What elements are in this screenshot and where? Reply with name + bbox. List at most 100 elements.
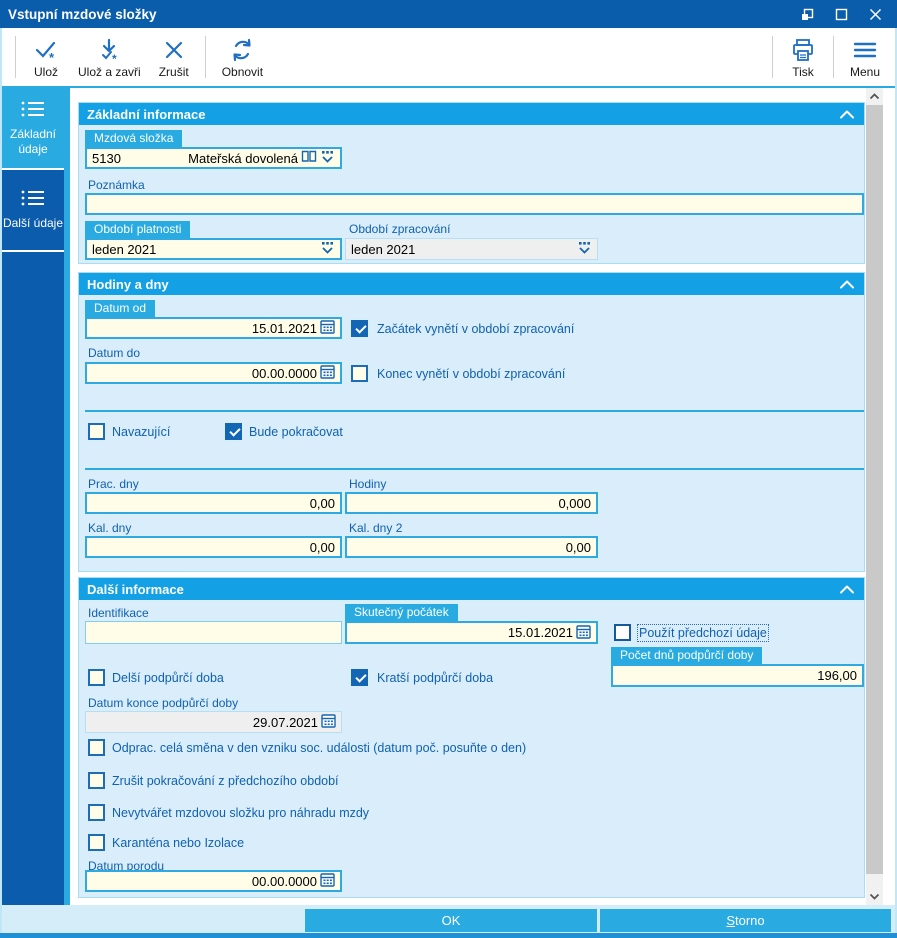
ok-label: OK xyxy=(441,913,461,928)
date-from-value: 15.01.2021 xyxy=(251,320,317,336)
work-days-value: 0,00 xyxy=(309,495,335,511)
form-content: Základní informace Mzdová složka 5130 Ma… xyxy=(70,88,866,905)
section-header: Hodiny a dny xyxy=(79,273,864,295)
cancel-continuation-checkbox[interactable] xyxy=(88,772,105,789)
validity-period-label: Období platnosti xyxy=(85,221,191,238)
cal-days-2-field[interactable]: 0,00 xyxy=(345,536,598,558)
storno-button[interactable]: Storno xyxy=(600,909,891,932)
full-shift-checkbox[interactable] xyxy=(88,739,105,756)
cancel-x-icon xyxy=(161,36,187,64)
sidebar-item-label: Další údaje xyxy=(2,216,64,230)
dropdown-combo-icon[interactable] xyxy=(320,150,335,167)
print-label: Tisk xyxy=(792,64,814,79)
print-button[interactable]: Tisk xyxy=(780,34,826,81)
save-close-button[interactable]: * Ulož a zavři xyxy=(69,34,150,81)
calendar-icon[interactable] xyxy=(321,713,336,731)
note-field[interactable] xyxy=(85,193,864,215)
actual-start-value: 15.01.2021 xyxy=(507,625,573,640)
support-end-label: Datum konce podpůrčí doby xyxy=(88,696,239,710)
hours-field[interactable]: 0,000 xyxy=(345,492,598,514)
cal-days-label: Kal. dny xyxy=(88,521,132,535)
work-days-label: Prac. dny xyxy=(88,477,139,491)
cal-days-2-value: 0,00 xyxy=(565,539,591,555)
ok-button[interactable]: OK xyxy=(305,909,597,932)
date-to-value: 00.00.0000 xyxy=(251,365,317,381)
continuing-checkbox[interactable] xyxy=(88,423,105,440)
start-exempt-checkbox[interactable] xyxy=(351,320,368,337)
calendar-icon[interactable] xyxy=(576,624,591,642)
shorter-support-label: Kratší podpůrčí doba xyxy=(377,671,494,685)
refresh-button[interactable]: Obnovit xyxy=(213,34,272,81)
cal-days-field[interactable]: 0,00 xyxy=(85,536,342,558)
will-continue-label: Bude pokračovat xyxy=(249,425,343,439)
divider xyxy=(85,468,864,470)
end-exempt-checkbox[interactable] xyxy=(351,365,368,382)
identification-label: Identifikace xyxy=(88,606,149,620)
list-icon xyxy=(20,100,46,122)
validity-period-field[interactable]: leden 2021 xyxy=(85,238,342,260)
book-icon[interactable] xyxy=(301,150,317,166)
wage-component-field[interactable]: 5130 Mateřská dovolená xyxy=(85,147,342,169)
dropdown-combo-icon[interactable] xyxy=(577,241,592,258)
collapse-section-icon[interactable] xyxy=(838,109,856,120)
collapse-section-icon[interactable] xyxy=(838,584,856,595)
support-end-value: 29.07.2021 xyxy=(252,714,318,730)
actual-start-field[interactable]: 15.01.2021 xyxy=(345,621,598,644)
svg-text:*: * xyxy=(49,50,55,64)
date-to-field[interactable]: 00.00.0000 xyxy=(85,362,342,384)
hours-value: 0,000 xyxy=(558,495,591,511)
sidebar-item-dalsi-udaje[interactable]: Další údaje xyxy=(2,170,64,252)
printer-icon xyxy=(789,36,817,64)
section-zakladni-informace: Základní informace Mzdová složka 5130 Ma… xyxy=(78,102,865,264)
calendar-icon[interactable] xyxy=(320,364,335,382)
identification-field[interactable] xyxy=(85,621,342,644)
use-previous-checkbox[interactable] xyxy=(614,624,631,641)
menu-button[interactable]: Menu xyxy=(841,34,889,81)
cancel-continuation-label: Zrušit pokračování z předchozího období xyxy=(112,774,339,788)
scroll-up-icon[interactable] xyxy=(866,88,883,105)
svg-text:*: * xyxy=(112,52,117,64)
window-title: Vstupní mzdové složky xyxy=(8,6,157,22)
section-title: Hodiny a dny xyxy=(87,276,169,292)
support-end-field[interactable]: 29.07.2021 xyxy=(85,711,342,733)
date-from-field[interactable]: 15.01.2021 xyxy=(85,317,342,339)
no-wage-component-label: Nevytvářet mzdovou složku pro náhradu mz… xyxy=(112,806,370,820)
sidebar-item-label: Základní údaje xyxy=(9,126,57,156)
close-icon[interactable] xyxy=(867,6,883,22)
longer-support-label: Delší podpůrčí doba xyxy=(112,671,224,685)
calendar-icon[interactable] xyxy=(320,872,335,890)
support-days-label: Počet dnů podpůrčí doby xyxy=(611,647,763,664)
section-header: Další informace xyxy=(79,578,864,600)
support-days-field[interactable]: 196,00 xyxy=(611,664,864,687)
section-hodiny-a-dny: Hodiny a dny Datum od 15.01.2021 Začátek… xyxy=(78,272,865,572)
toolbar-separator xyxy=(832,36,834,78)
sidebar-item-zakladni-udaje[interactable]: Základní údaje xyxy=(2,88,64,170)
cancel-button[interactable]: Zrušit xyxy=(150,34,198,81)
actual-start-label: Skutečný počátek xyxy=(345,604,458,621)
save-close-arrow-icon: * xyxy=(95,36,123,64)
collapse-section-icon[interactable] xyxy=(838,279,856,290)
work-days-field[interactable]: 0,00 xyxy=(85,492,342,514)
cal-days-2-label: Kal. dny 2 xyxy=(349,521,403,535)
calendar-icon[interactable] xyxy=(320,319,335,337)
save-button[interactable]: * Ulož xyxy=(23,34,69,81)
shorter-support-checkbox[interactable] xyxy=(351,669,368,686)
date-from-label: Datum od xyxy=(85,300,156,317)
scroll-down-icon[interactable] xyxy=(866,888,883,905)
end-exempt-label: Konec vynětí v období zpracování xyxy=(377,367,566,381)
processing-period-field[interactable]: leden 2021 xyxy=(345,238,598,260)
maximize-icon[interactable] xyxy=(833,6,849,22)
restore-icon[interactable] xyxy=(799,6,815,22)
full-shift-label: Odprac. celá směna v den vzniku soc. udá… xyxy=(112,741,527,755)
toolbar-separator xyxy=(15,36,16,78)
birth-date-field[interactable]: 00.00.0000 xyxy=(85,870,342,892)
toolbar-separator xyxy=(771,36,773,78)
list-icon xyxy=(20,189,46,211)
will-continue-checkbox[interactable] xyxy=(225,423,242,440)
quarantine-checkbox[interactable] xyxy=(88,834,105,851)
dropdown-combo-icon[interactable] xyxy=(320,241,335,258)
no-wage-component-checkbox[interactable] xyxy=(88,804,105,821)
scrollbar-thumb[interactable] xyxy=(866,105,883,874)
longer-support-checkbox[interactable] xyxy=(88,669,105,686)
vertical-scrollbar[interactable] xyxy=(866,88,883,905)
